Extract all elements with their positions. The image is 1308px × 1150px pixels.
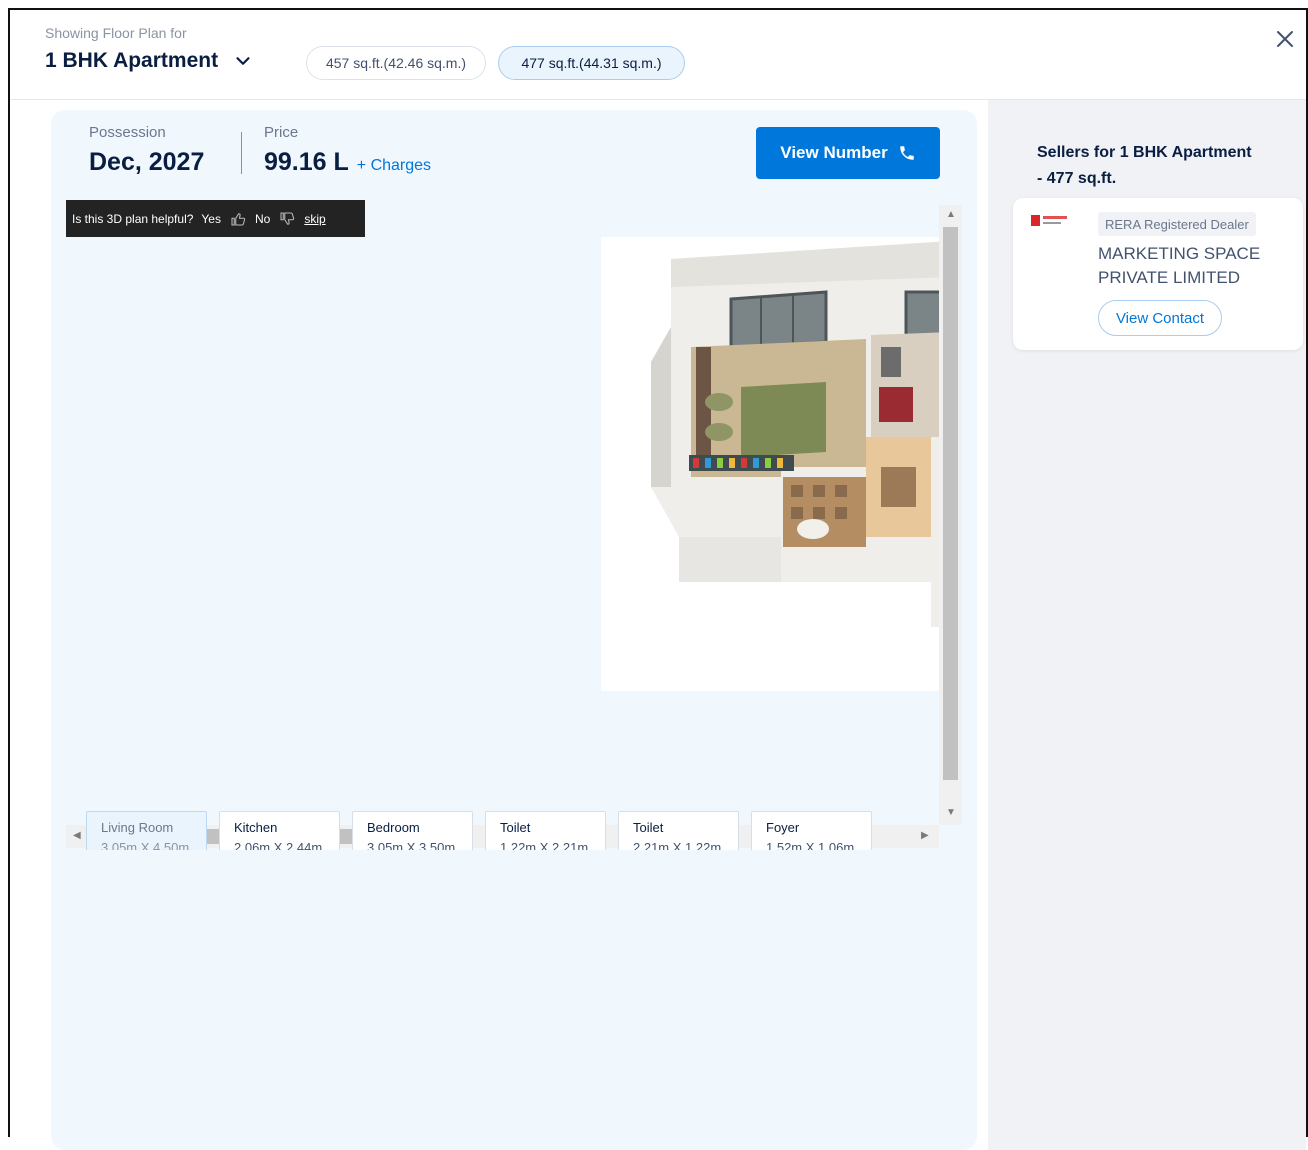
room-name: Bedroom [367, 820, 420, 835]
room-dimensions: 3.05m X 3.50m [367, 840, 456, 850]
room-dimensions: 2.06m X 2.44m [234, 840, 323, 850]
room-foyer[interactable]: Foyer 1.52m X 1.06m [751, 811, 872, 850]
room-bedroom[interactable]: Bedroom 3.05m X 3.50m [352, 811, 473, 850]
plan-feedback-bar: Is this 3D plan helpful? Yes No skip [66, 200, 365, 237]
scroll-left-icon[interactable]: ◀ [73, 830, 81, 841]
thumbs-down-icon[interactable] [278, 210, 296, 228]
feedback-question: Is this 3D plan helpful? [72, 211, 194, 226]
seller-name: MARKETING SPACE PRIVATE LIMITED [1098, 244, 1261, 287]
charges-link[interactable]: + Charges [357, 157, 431, 175]
view-number-label: View Number [780, 143, 888, 162]
room-name: Toilet [500, 820, 531, 835]
modal-header: Showing Floor Plan for 1 BHK Apartment 4… [10, 10, 1306, 100]
room-list: Living Room 3.05m X 4.50m Kitchen 2.06m … [86, 811, 872, 850]
room-dimensions: 1.52m X 1.06m [766, 840, 855, 850]
3d-floor-plan-image [601, 237, 951, 691]
room-dimensions: 3.05m X 4.50m [101, 840, 190, 850]
configuration-dropdown[interactable]: 1 BHK Apartment [45, 49, 254, 73]
room-name: Foyer [766, 820, 800, 835]
seller-logo [1031, 215, 1067, 226]
feedback-yes[interactable]: Yes [201, 212, 221, 226]
phone-icon [899, 146, 914, 160]
scroll-down-icon[interactable]: ▼ [946, 807, 956, 818]
feedback-no[interactable]: No [255, 212, 270, 226]
room-kitchen[interactable]: Kitchen 2.06m X 2.44m [219, 811, 340, 850]
configuration-title: 1 BHK Apartment [45, 49, 219, 72]
feedback-skip-link[interactable]: skip [304, 212, 325, 226]
size-option-477[interactable]: 477 sq.ft.(44.31 sq.m.) [498, 46, 685, 80]
floor-plan-modal: Showing Floor Plan for 1 BHK Apartment 4… [8, 8, 1308, 1150]
rera-badge: RERA Registered Dealer [1098, 212, 1256, 236]
floor-plan-viewer[interactable]: ▲ ▼ ◀ ▶ Living Room 3.05m X 4.50m Kitche… [66, 205, 962, 850]
price-value: 99.16 L [264, 148, 349, 176]
possession-label: Possession [89, 124, 166, 141]
sellers-panel: Sellers for 1 BHK Apartment - 477 sq.ft.… [988, 100, 1306, 1150]
vertical-scrollbar[interactable]: ▲ ▼ [939, 205, 962, 825]
size-option-457[interactable]: 457 sq.ft.(42.46 sq.m.) [306, 46, 486, 80]
room-dimensions: 1.22m X 2.21m [500, 840, 589, 850]
close-icon [1277, 31, 1293, 47]
floor-plan-card: Possession Dec, 2027 Price 99.16 L + Cha… [51, 110, 977, 1150]
sellers-title: Sellers for 1 BHK Apartment - 477 sq.ft. [1037, 144, 1252, 187]
price-label: Price [264, 124, 299, 141]
room-toilet-1[interactable]: Toilet 1.22m X 2.21m [485, 811, 606, 850]
scroll-up-icon[interactable]: ▲ [946, 209, 956, 220]
room-dimensions: 2.21m X 1.22m [633, 840, 722, 850]
chevron-down-icon [236, 57, 250, 65]
close-button[interactable] [1272, 26, 1298, 52]
view-number-button[interactable]: View Number [756, 127, 940, 179]
scroll-right-icon[interactable]: ▶ [921, 830, 929, 841]
room-name: Kitchen [234, 820, 278, 835]
price: 99.16 L + Charges [264, 148, 431, 177]
thumbs-up-icon[interactable] [229, 210, 247, 228]
possession-value: Dec, 2027 [89, 148, 205, 176]
seller-card: RERA Registered Dealer MARKETING SPACE P… [1013, 198, 1303, 350]
divider [241, 132, 242, 174]
view-contact-button[interactable]: View Contact [1098, 300, 1222, 336]
room-name: Living Room [101, 820, 174, 835]
header-subtitle: Showing Floor Plan for [45, 25, 187, 41]
room-living-room[interactable]: Living Room 3.05m X 4.50m [86, 811, 207, 850]
room-toilet-2[interactable]: Toilet 2.21m X 1.22m [618, 811, 739, 850]
room-name: Toilet [633, 820, 664, 835]
vertical-scroll-thumb[interactable] [943, 227, 958, 780]
